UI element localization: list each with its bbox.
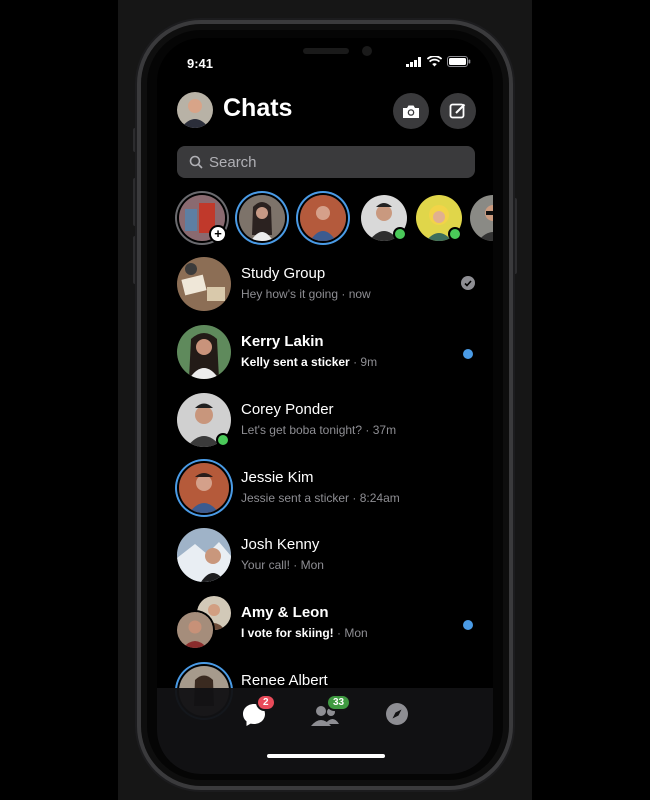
chat-name: Study Group: [241, 265, 326, 282]
chat-preview: Your call! · Mon: [241, 558, 324, 572]
chat-row[interactable]: Corey Ponder Let's get boba tonight? · 3…: [157, 393, 493, 461]
chat-row[interactable]: Kerry Lakin Kelly sent a sticker · 9m: [157, 325, 493, 393]
chat-avatar: [177, 528, 231, 582]
chat-row[interactable]: Jessie Kim Jessie sent a sticker · 8:24a…: [157, 461, 493, 529]
chat-name: Corey Ponder: [241, 401, 334, 418]
camera-button[interactable]: [393, 93, 429, 129]
search-placeholder: Search: [209, 153, 257, 171]
status-time: 9:41: [187, 56, 214, 71]
chat-avatar: [177, 325, 231, 379]
profile-avatar[interactable]: [177, 92, 213, 128]
front-camera: [362, 46, 372, 56]
search-bar[interactable]: Search: [177, 146, 475, 178]
chat-preview: Hey how's it going · now: [241, 287, 371, 301]
chat-name: Renee Albert: [241, 672, 328, 689]
signal-icon: [406, 56, 421, 67]
chat-name: Kerry Lakin: [241, 333, 324, 350]
chat-preview: Kelly sent a sticker · 9m: [241, 355, 378, 369]
wifi-icon: [427, 56, 442, 67]
chat-preview: Jessie sent a sticker · 8:24am: [241, 491, 400, 505]
chats-badge: 2: [256, 694, 276, 711]
phone-screen: 9:41 Chats Search + Study Group Hey how'…: [157, 38, 493, 774]
compose-icon: [449, 103, 466, 119]
add-story-plus-icon: +: [209, 225, 227, 243]
chat-preview: I vote for skiing! · Mon: [241, 626, 368, 640]
read-check-icon: [461, 276, 475, 290]
active-user-avatar[interactable]: [470, 195, 493, 241]
status-icons: [406, 56, 471, 67]
group-avatar: [177, 596, 233, 652]
chat-row[interactable]: Amy & Leon I vote for skiing! · Mon: [157, 596, 493, 664]
add-story[interactable]: +: [179, 195, 227, 243]
tab-bar: 2 33: [157, 688, 493, 774]
chat-avatar: [177, 257, 231, 311]
compose-button[interactable]: [440, 93, 476, 129]
chat-avatar: [179, 463, 229, 513]
camera-icon: [403, 105, 419, 118]
chat-name: Jessie Kim: [241, 469, 314, 486]
group-member-avatar: [177, 612, 213, 648]
online-indicator: [393, 227, 407, 241]
chat-row[interactable]: Josh Kenny Your call! · Mon: [157, 528, 493, 596]
page-title: Chats: [223, 94, 293, 122]
online-indicator: [448, 227, 462, 241]
active-user-avatar[interactable]: [361, 195, 407, 241]
unread-indicator: [463, 349, 473, 359]
tab-chats[interactable]: 2: [241, 694, 276, 730]
search-icon: [189, 155, 203, 169]
people-badge: 33: [326, 694, 352, 711]
active-user-avatar[interactable]: [416, 195, 462, 241]
chat-row[interactable]: Study Group Hey how's it going · now: [157, 257, 493, 325]
story-avatar[interactable]: [300, 195, 346, 241]
online-indicator: [216, 433, 230, 447]
power-button: [513, 198, 517, 274]
home-indicator: [267, 754, 385, 758]
battery-icon: [447, 56, 471, 67]
chat-name: Amy & Leon: [241, 604, 329, 621]
chat-name: Josh Kenny: [241, 536, 320, 553]
tab-people[interactable]: 33: [310, 694, 352, 730]
chat-preview: Let's get boba tonight? · 37m: [241, 423, 397, 437]
tab-discover[interactable]: [385, 702, 409, 726]
speaker-grille: [303, 48, 349, 54]
story-avatar[interactable]: [239, 195, 285, 241]
compass-icon: [386, 703, 408, 725]
unread-indicator: [463, 620, 473, 630]
